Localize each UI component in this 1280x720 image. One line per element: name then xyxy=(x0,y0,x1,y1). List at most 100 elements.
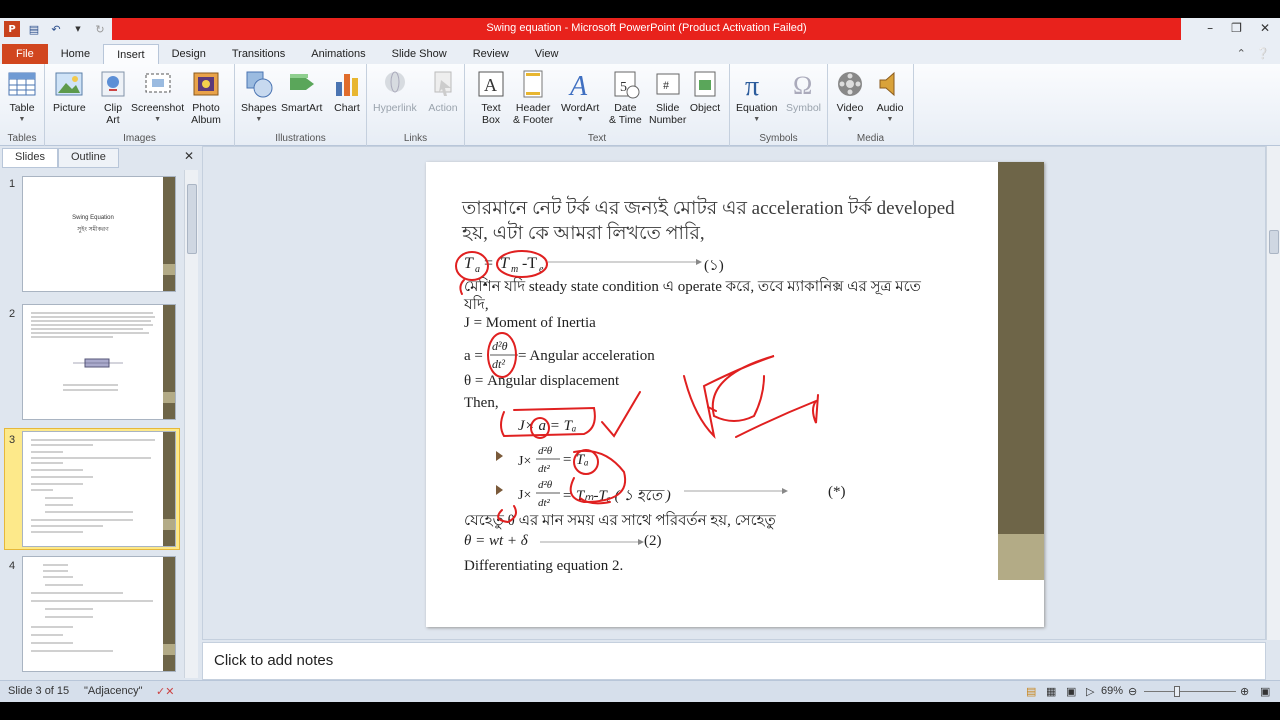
tab-animations[interactable]: Animations xyxy=(298,44,378,64)
close-panel-icon[interactable]: ✕ xyxy=(184,149,194,163)
shapes-button[interactable]: Shapes ▼ xyxy=(241,68,277,126)
tab-insert[interactable]: Insert xyxy=(103,44,159,64)
notes-pane[interactable]: Click to add notes xyxy=(202,642,1266,680)
undo-icon[interactable]: ↶ xyxy=(48,21,64,37)
tab-design[interactable]: Design xyxy=(159,44,219,64)
top-letterbox xyxy=(0,0,1280,18)
audio-icon xyxy=(879,71,895,97)
svg-text:#: # xyxy=(663,78,669,92)
slide-number-1: 1 xyxy=(9,178,16,190)
chart-button[interactable]: Chart xyxy=(331,68,363,114)
minimize-ribbon-icon[interactable]: ⌃ xyxy=(1237,47,1246,60)
title-bar: P ▤ ↶ ▼ ↻ ▼ Swing equation - Microsoft P… xyxy=(0,18,1280,42)
smartart-button[interactable]: SmartArt xyxy=(281,68,322,114)
group-text: A Text Box Header & Footer A WordArt ▼ 5… xyxy=(465,64,730,146)
spellcheck-icon[interactable]: ✓✕ xyxy=(156,685,174,698)
video-button[interactable]: Video ▼ xyxy=(834,68,866,126)
wordart-button[interactable]: A WordArt ▼ xyxy=(561,68,599,126)
text-box-icon: A xyxy=(478,71,504,97)
slide-scrollbar[interactable] xyxy=(1266,146,1280,640)
slide-number-4: 4 xyxy=(9,560,16,572)
symbol-button[interactable]: Ω Symbol xyxy=(786,68,821,114)
thumb3-content xyxy=(31,439,155,533)
undo-dropdown-icon[interactable]: ▼ xyxy=(70,21,86,37)
thumb1-subtitle: সুইং সমীকরণ xyxy=(77,227,109,233)
current-slide[interactable]: তারমানে নেট টর্ক এর জন্যই মোটর এর accele… xyxy=(426,162,1044,627)
screenshot-button[interactable]: Screenshot ▼ xyxy=(131,68,184,126)
hyperlink-icon xyxy=(384,71,405,93)
slide-thumbnail-3[interactable] xyxy=(22,431,176,547)
header-footer-button[interactable]: Header & Footer xyxy=(513,68,553,126)
audio-button[interactable]: Audio ▼ xyxy=(874,68,906,126)
tab-slides[interactable]: Slides xyxy=(2,148,58,168)
slide-thumbnail-1[interactable]: Swing Equation সুইং সমীকরণ xyxy=(22,176,176,292)
tab-view[interactable]: View xyxy=(522,44,572,64)
fit-slide-icon[interactable]: ▣ xyxy=(1260,685,1270,698)
object-button[interactable]: Object xyxy=(689,68,721,114)
video-icon xyxy=(838,72,862,96)
equation-button[interactable]: π Equation ▼ xyxy=(736,68,777,126)
text-box-button[interactable]: A Text Box xyxy=(475,68,507,126)
equation-icon: π xyxy=(745,71,759,100)
picture-button[interactable]: Picture xyxy=(53,68,86,114)
help-icon[interactable]: ❔ xyxy=(1256,47,1270,60)
save-icon[interactable]: ▤ xyxy=(26,21,42,37)
symbol-icon: Ω xyxy=(793,71,812,100)
group-links: Hyperlink Action Links xyxy=(367,64,465,146)
slide-thumbnail-4[interactable] xyxy=(22,556,176,672)
date-time-button[interactable]: 5 Date & Time xyxy=(609,68,642,126)
slide-sorter-view-icon[interactable]: ▦ xyxy=(1046,685,1056,698)
slide-scroll-thumb[interactable] xyxy=(1269,230,1279,254)
zoom-out-icon[interactable]: ⊖ xyxy=(1128,685,1137,698)
reading-view-icon[interactable]: ▣ xyxy=(1066,685,1076,698)
thumbnail-scroll-thumb[interactable] xyxy=(187,184,197,254)
powerpoint-window: P ▤ ↶ ▼ ↻ ▼ Swing equation - Microsoft P… xyxy=(0,0,1280,720)
hyperlink-button[interactable]: Hyperlink xyxy=(373,68,417,114)
photo-album-icon xyxy=(193,72,219,96)
slide-thumbnail-2[interactable] xyxy=(22,304,176,420)
redo-icon[interactable]: ↻ xyxy=(92,21,108,37)
group-label-media: Media xyxy=(856,133,885,144)
zoom-in-icon[interactable]: ⊕ xyxy=(1240,685,1249,698)
pen-annotations xyxy=(455,250,819,524)
tab-file[interactable]: File xyxy=(2,44,48,64)
svg-text:5: 5 xyxy=(620,80,627,95)
thumb4-content xyxy=(31,564,153,652)
svg-text:Ω: Ω xyxy=(793,71,812,100)
thumbnail-scrollbar[interactable] xyxy=(184,170,198,678)
tab-slide-show[interactable]: Slide Show xyxy=(379,44,460,64)
group-tables: Table ▼ Tables xyxy=(0,64,45,146)
thumb2-content xyxy=(31,312,155,391)
restore-icon[interactable]: ❐ xyxy=(1231,21,1242,35)
slide-number-button[interactable]: # Slide Number xyxy=(649,68,686,126)
tab-outline[interactable]: Outline xyxy=(57,148,119,168)
zoom-slider[interactable] xyxy=(1144,691,1236,692)
zoom-slider-thumb[interactable] xyxy=(1174,686,1180,697)
slide-show-view-icon[interactable]: ▷ xyxy=(1086,685,1094,698)
bottom-letterbox xyxy=(0,702,1280,720)
svg-text:A: A xyxy=(484,75,497,95)
status-bar: Slide 3 of 15 "Adjacency" ✓✕ ▤ ▦ ▣ ▷ 69%… xyxy=(0,680,1280,702)
tab-transitions[interactable]: Transitions xyxy=(219,44,298,64)
zoom-level[interactable]: 69% xyxy=(1101,685,1123,697)
ribbon-tabs: File Home Insert Design Transitions Anim… xyxy=(0,42,1280,64)
close-icon[interactable]: ✕ xyxy=(1260,21,1270,35)
slide-count-status: Slide 3 of 15 xyxy=(8,685,70,697)
minimize-icon[interactable]: – xyxy=(1207,21,1213,35)
powerpoint-logo-icon[interactable]: P xyxy=(4,21,20,37)
photo-album-button[interactable]: Photo Album xyxy=(190,68,222,126)
group-label-illustrations: Illustrations xyxy=(275,133,326,144)
chart-icon xyxy=(336,74,358,96)
table-button[interactable]: Table ▼ xyxy=(6,68,38,126)
action-icon xyxy=(434,71,452,96)
slides-panel: Slides Outline ✕ 1 Swing Equation সুইং স… xyxy=(0,146,200,680)
tab-review[interactable]: Review xyxy=(460,44,522,64)
tab-home[interactable]: Home xyxy=(48,44,103,64)
normal-view-icon[interactable]: ▤ xyxy=(1026,685,1036,698)
clip-art-button[interactable]: Clip Art xyxy=(97,68,129,126)
action-button[interactable]: Action xyxy=(427,68,459,114)
svg-text:π: π xyxy=(745,71,759,100)
wordart-icon: A xyxy=(568,71,588,100)
picture-icon xyxy=(55,72,83,96)
date-time-icon: 5 xyxy=(614,71,640,99)
